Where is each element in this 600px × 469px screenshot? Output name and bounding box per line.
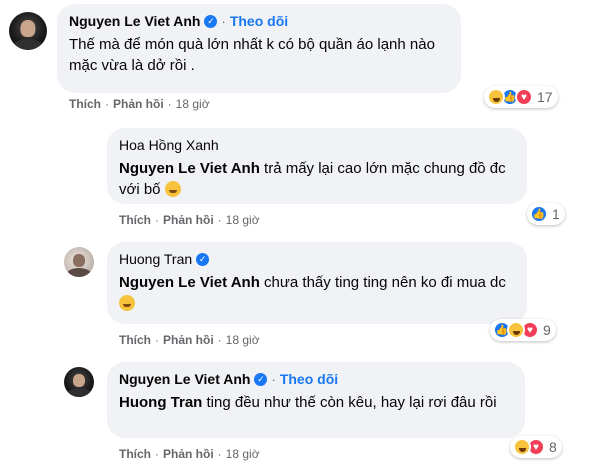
comment-bubble: Huong Tran ✓ Nguyen Le Viet Anh chưa thấ…	[107, 242, 527, 324]
verified-badge-icon: ✓	[196, 252, 210, 266]
timestamp[interactable]: 18 giờ	[226, 333, 260, 347]
sad-emoji-icon	[119, 295, 135, 311]
comment-text: Thế mà để món quà lớn nhất k có bộ quần …	[69, 36, 435, 74]
haha-reaction-icon	[507, 321, 525, 339]
separator-dot: ·	[217, 447, 222, 461]
avatar[interactable]	[9, 12, 47, 50]
avatar[interactable]	[64, 367, 94, 397]
verified-badge-icon: ✓	[254, 372, 268, 386]
kissing-emoji-icon	[164, 181, 181, 197]
separator-dot: ·	[155, 447, 159, 461]
comment-bubble: Nguyen Le Viet Anh ✓ · Theo dõi Huong Tr…	[107, 362, 525, 438]
reply-link[interactable]: Phản hồi	[163, 447, 214, 461]
separator-dot: ·	[155, 333, 159, 347]
reaction-count: 17	[537, 89, 553, 105]
follow-link[interactable]: Theo dõi	[280, 371, 338, 387]
reaction-count: 1	[552, 206, 560, 222]
separator-dot: ·	[271, 371, 276, 387]
like-link[interactable]: Thích	[119, 213, 151, 227]
comment-text: chưa thấy ting ting nên ko đi mua dc	[264, 274, 506, 291]
comment-text: ting đều như thế còn kêu, hay lại rơi đâ…	[206, 394, 497, 411]
reaction-summary[interactable]: 👍 ♥ 17	[484, 86, 558, 108]
separator-dot: ·	[221, 13, 226, 29]
comment-actions: Thích · Phản hồi · 18 giờ	[119, 333, 260, 347]
reply-link[interactable]: Phản hồi	[163, 333, 214, 347]
comment-actions: Thích · Phản hồi · 18 giờ	[119, 213, 260, 227]
separator-dot: ·	[105, 97, 109, 111]
haha-reaction-icon	[487, 88, 505, 106]
timestamp[interactable]: 18 giờ	[226, 447, 260, 461]
comment-bubble: Nguyen Le Viet Anh ✓ · Theo dõi Thế mà đ…	[57, 4, 461, 93]
comment-author[interactable]: Huong Tran	[119, 251, 192, 267]
love-reaction-icon: ♥	[515, 88, 533, 106]
reaction-summary[interactable]: 👍 ♥ 9	[490, 319, 556, 341]
avatar[interactable]	[64, 247, 94, 277]
comment-body: Nguyen Le Viet Anh chưa thấy ting ting n…	[119, 272, 515, 314]
mention-link[interactable]: Nguyen Le Viet Anh	[119, 160, 260, 177]
comment-body: Huong Tran ting đều như thế còn kêu, hay…	[119, 392, 513, 413]
reaction-count: 8	[549, 439, 557, 455]
haha-reaction-icon	[513, 438, 531, 456]
like-link[interactable]: Thích	[119, 333, 151, 347]
separator-dot: ·	[217, 333, 222, 347]
verified-badge-icon: ✓	[204, 14, 218, 28]
like-reaction-icon: 👍	[530, 205, 548, 223]
like-link[interactable]: Thích	[69, 97, 101, 111]
comment-author[interactable]: Nguyen Le Viet Anh	[69, 13, 200, 29]
separator-dot: ·	[167, 97, 172, 111]
reply-link[interactable]: Phản hồi	[163, 213, 214, 227]
reaction-summary[interactable]: 👍 1	[527, 203, 565, 225]
reaction-summary[interactable]: ♥ 8	[510, 436, 562, 458]
timestamp[interactable]: 18 giờ	[226, 213, 260, 227]
reply-link[interactable]: Phản hồi	[113, 97, 164, 111]
separator-dot: ·	[217, 213, 222, 227]
like-link[interactable]: Thích	[119, 447, 151, 461]
reaction-count: 9	[543, 322, 551, 338]
comment-actions: Thích · Phản hồi · 18 giờ	[119, 447, 260, 461]
timestamp[interactable]: 18 giờ	[176, 97, 210, 111]
mention-link[interactable]: Huong Tran	[119, 394, 202, 411]
mention-link[interactable]: Nguyen Le Viet Anh	[119, 274, 260, 291]
comment-bubble: Hoa Hồng Xanh Nguyen Le Viet Anh trả mấy…	[107, 128, 527, 204]
comment-actions: Thích · Phản hồi · 18 giờ	[69, 97, 210, 111]
comment-author[interactable]: Nguyen Le Viet Anh	[119, 371, 250, 387]
comment-author[interactable]: Hoa Hồng Xanh	[119, 137, 219, 153]
separator-dot: ·	[155, 213, 159, 227]
comment-body: Nguyen Le Viet Anh trả mấy lại cao lớn m…	[119, 158, 515, 200]
follow-link[interactable]: Theo dõi	[230, 13, 288, 29]
